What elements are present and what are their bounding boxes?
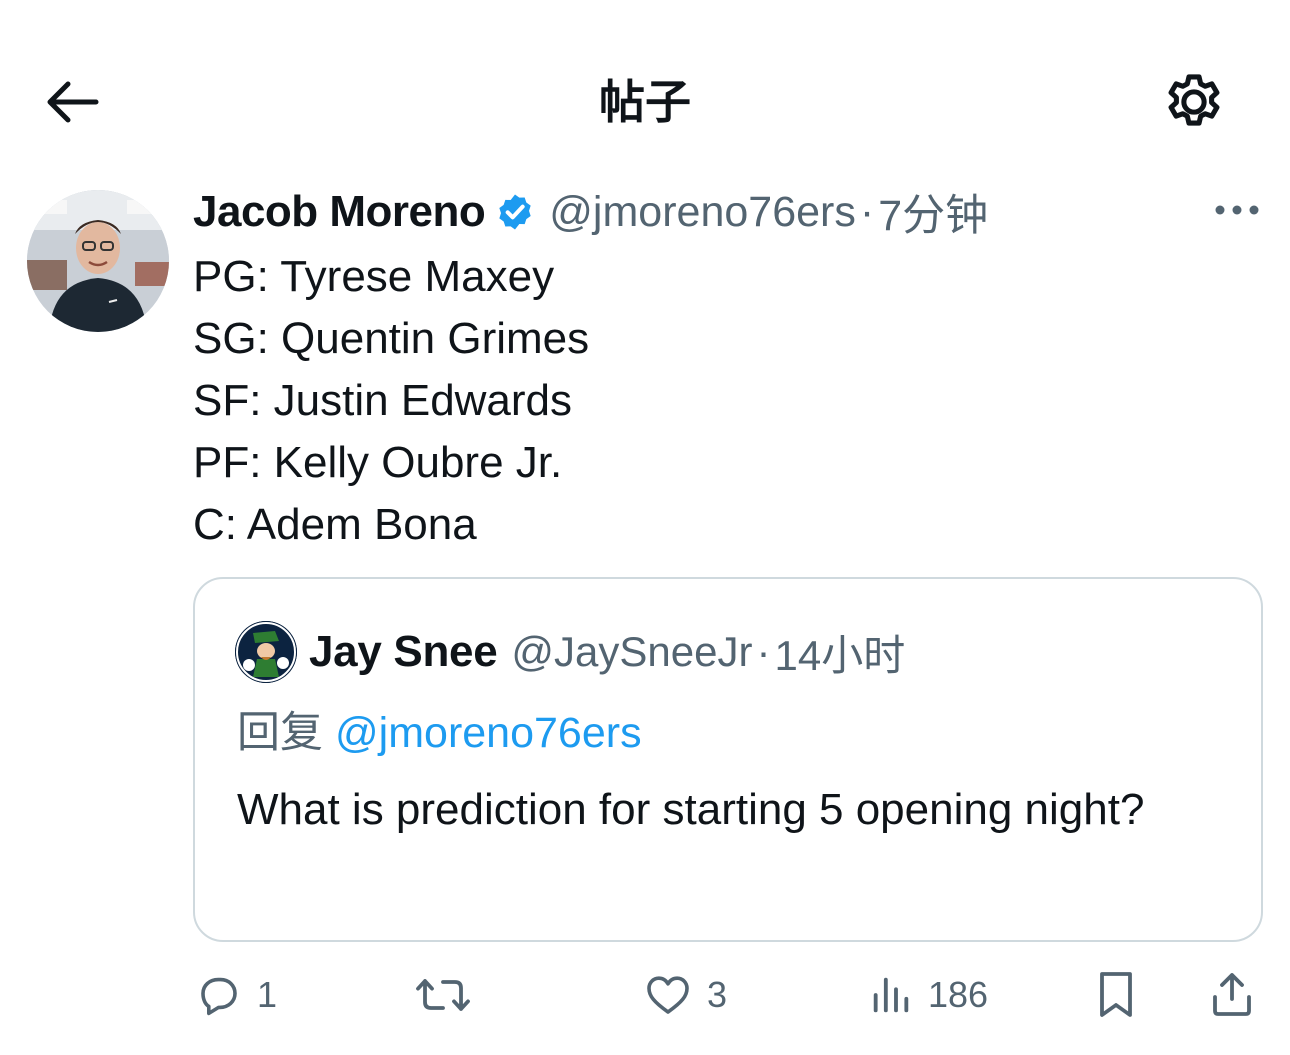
quoted-post-card[interactable]: Jay Snee @JaySneeJr · 14小时 回复 @jmoreno76e… <box>193 577 1263 942</box>
post-time[interactable]: 7分钟 <box>878 181 988 243</box>
separator-dot: · <box>756 628 771 675</box>
share-icon <box>1213 973 1251 1016</box>
top-bar: 帖子 <box>0 0 1290 200</box>
reply-prefix: 回复 <box>237 709 323 757</box>
views-icon <box>873 977 909 1013</box>
action-bar: 1 3 186 <box>0 960 1290 1030</box>
quoted-author-name[interactable]: Jay Snee <box>309 627 498 677</box>
bookmark-button[interactable] <box>1092 960 1140 1030</box>
more-options-button[interactable] <box>1208 192 1266 228</box>
quoted-post-header: Jay Snee @JaySneeJr · 14小时 <box>309 623 905 681</box>
repost-button[interactable] <box>414 960 472 1030</box>
views-count: 186 <box>928 974 989 1015</box>
post-line: PG: Tyrese Maxey <box>193 252 555 301</box>
quoted-post-time: 14小时 <box>774 631 906 679</box>
author-photo <box>27 190 169 332</box>
reply-to-link[interactable]: @jmoreno76ers <box>335 709 642 757</box>
separator-dot: · <box>859 187 875 236</box>
post-line: SG: Quentin Grimes <box>193 314 590 363</box>
like-button[interactable]: 3 <box>643 960 727 1030</box>
post-header: Jacob Moreno @jmoreno76ers · 7分钟 <box>193 184 988 240</box>
heart-icon <box>647 976 689 1014</box>
reply-icon <box>201 977 237 1016</box>
more-horizontal-icon <box>1215 205 1259 215</box>
post-line: PF: Kelly Oubre Jr. <box>193 438 563 487</box>
bookmark-icon <box>1100 972 1132 1017</box>
quoted-author-handle[interactable]: @JaySneeJr <box>511 628 752 676</box>
author-name[interactable]: Jacob Moreno <box>193 187 486 237</box>
like-count: 3 <box>707 974 728 1015</box>
post-text: PG: Tyrese Maxey SG: Quentin Grimes SF: … <box>193 246 589 556</box>
settings-button[interactable] <box>1158 68 1230 136</box>
quoted-post-text: What is prediction for starting 5 openin… <box>237 785 1145 834</box>
leprechaun-logo <box>235 621 297 683</box>
share-button[interactable] <box>1208 960 1256 1030</box>
views-button[interactable]: 186 <box>868 960 988 1030</box>
quoted-author-avatar[interactable] <box>235 621 297 683</box>
post-line: SF: Justin Edwards <box>193 376 573 425</box>
author-avatar[interactable] <box>27 190 169 332</box>
author-handle[interactable]: @jmoreno76ers <box>549 188 856 237</box>
repost-icon <box>416 979 470 1011</box>
post-line: C: Adem Bona <box>193 500 477 549</box>
verified-badge-icon <box>495 192 535 232</box>
reply-button[interactable]: 1 <box>195 960 277 1030</box>
reply-context: 回复 @jmoreno76ers <box>237 703 642 763</box>
reply-count: 1 <box>257 974 278 1015</box>
gear-icon <box>1168 74 1220 126</box>
page-title: 帖子 <box>599 76 691 128</box>
